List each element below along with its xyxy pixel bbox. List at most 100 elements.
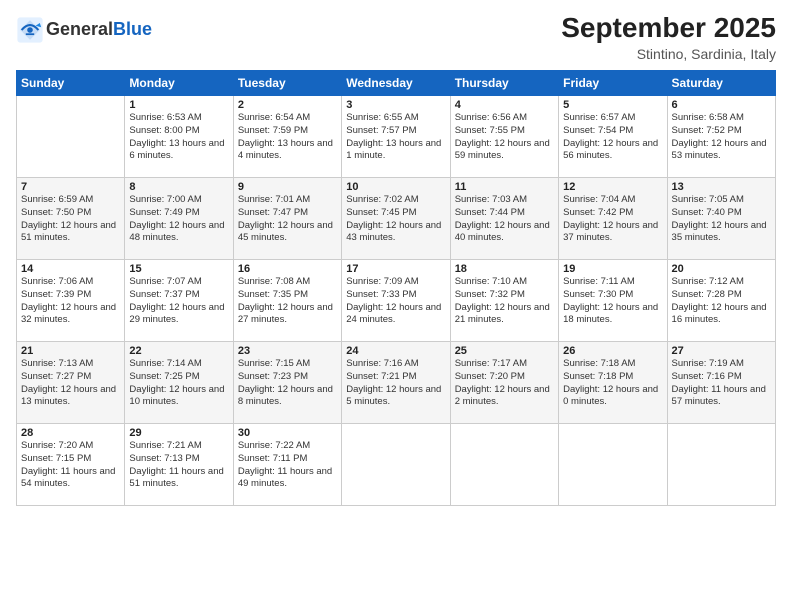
calendar-cell: 21Sunrise: 7:13 AMSunset: 7:27 PMDayligh… bbox=[17, 342, 125, 424]
cell-date: 3 bbox=[346, 99, 445, 111]
cell-date: 30 bbox=[238, 427, 337, 439]
calendar-cell: 29Sunrise: 7:21 AMSunset: 7:13 PMDayligh… bbox=[125, 424, 233, 506]
cell-date: 28 bbox=[21, 427, 120, 439]
calendar-cell: 30Sunrise: 7:22 AMSunset: 7:11 PMDayligh… bbox=[233, 424, 341, 506]
cell-date: 21 bbox=[21, 345, 120, 357]
calendar-cell: 4Sunrise: 6:56 AMSunset: 7:55 PMDaylight… bbox=[450, 96, 558, 178]
cell-info: Sunrise: 7:16 AMSunset: 7:21 PMDaylight:… bbox=[346, 358, 445, 409]
cell-date: 18 bbox=[455, 263, 554, 275]
cell-date: 20 bbox=[672, 263, 771, 275]
cell-info: Sunrise: 7:15 AMSunset: 7:23 PMDaylight:… bbox=[238, 358, 337, 409]
cell-date: 5 bbox=[563, 99, 662, 111]
cell-info: Sunrise: 7:05 AMSunset: 7:40 PMDaylight:… bbox=[672, 194, 771, 245]
cell-info: Sunrise: 7:11 AMSunset: 7:30 PMDaylight:… bbox=[563, 276, 662, 327]
calendar-cell: 26Sunrise: 7:18 AMSunset: 7:18 PMDayligh… bbox=[559, 342, 667, 424]
calendar-cell: 6Sunrise: 6:58 AMSunset: 7:52 PMDaylight… bbox=[667, 96, 775, 178]
cell-date: 29 bbox=[129, 427, 228, 439]
calendar-cell: 24Sunrise: 7:16 AMSunset: 7:21 PMDayligh… bbox=[342, 342, 450, 424]
cell-date: 26 bbox=[563, 345, 662, 357]
day-header-tuesday: Tuesday bbox=[233, 71, 341, 96]
logo-general: General bbox=[46, 19, 113, 39]
logo: GeneralBlue bbox=[16, 16, 152, 44]
cell-date: 10 bbox=[346, 181, 445, 193]
cell-info: Sunrise: 6:57 AMSunset: 7:54 PMDaylight:… bbox=[563, 112, 662, 163]
cell-info: Sunrise: 6:59 AMSunset: 7:50 PMDaylight:… bbox=[21, 194, 120, 245]
logo-text: GeneralBlue bbox=[46, 20, 152, 40]
calendar-header: SundayMondayTuesdayWednesdayThursdayFrid… bbox=[17, 71, 776, 96]
cell-info: Sunrise: 6:58 AMSunset: 7:52 PMDaylight:… bbox=[672, 112, 771, 163]
day-header-friday: Friday bbox=[559, 71, 667, 96]
week-row-1: 1Sunrise: 6:53 AMSunset: 8:00 PMDaylight… bbox=[17, 96, 776, 178]
calendar-body: 1Sunrise: 6:53 AMSunset: 8:00 PMDaylight… bbox=[17, 96, 776, 506]
cell-info: Sunrise: 6:55 AMSunset: 7:57 PMDaylight:… bbox=[346, 112, 445, 163]
logo-blue: Blue bbox=[113, 19, 152, 39]
logo-icon bbox=[16, 16, 44, 44]
cell-date: 14 bbox=[21, 263, 120, 275]
calendar-cell: 27Sunrise: 7:19 AMSunset: 7:16 PMDayligh… bbox=[667, 342, 775, 424]
cell-date: 23 bbox=[238, 345, 337, 357]
title-block: September 2025 Stintino, Sardinia, Italy bbox=[561, 12, 776, 62]
calendar-cell: 11Sunrise: 7:03 AMSunset: 7:44 PMDayligh… bbox=[450, 178, 558, 260]
cell-info: Sunrise: 6:53 AMSunset: 8:00 PMDaylight:… bbox=[129, 112, 228, 163]
calendar-cell bbox=[17, 96, 125, 178]
calendar-cell: 18Sunrise: 7:10 AMSunset: 7:32 PMDayligh… bbox=[450, 260, 558, 342]
cell-date: 2 bbox=[238, 99, 337, 111]
cell-info: Sunrise: 7:01 AMSunset: 7:47 PMDaylight:… bbox=[238, 194, 337, 245]
calendar-cell: 9Sunrise: 7:01 AMSunset: 7:47 PMDaylight… bbox=[233, 178, 341, 260]
days-row: SundayMondayTuesdayWednesdayThursdayFrid… bbox=[17, 71, 776, 96]
calendar-cell: 3Sunrise: 6:55 AMSunset: 7:57 PMDaylight… bbox=[342, 96, 450, 178]
cell-date: 7 bbox=[21, 181, 120, 193]
calendar-cell: 2Sunrise: 6:54 AMSunset: 7:59 PMDaylight… bbox=[233, 96, 341, 178]
day-header-thursday: Thursday bbox=[450, 71, 558, 96]
calendar-cell bbox=[559, 424, 667, 506]
calendar-cell: 8Sunrise: 7:00 AMSunset: 7:49 PMDaylight… bbox=[125, 178, 233, 260]
cell-date: 25 bbox=[455, 345, 554, 357]
cell-date: 9 bbox=[238, 181, 337, 193]
cell-info: Sunrise: 7:10 AMSunset: 7:32 PMDaylight:… bbox=[455, 276, 554, 327]
calendar-cell: 22Sunrise: 7:14 AMSunset: 7:25 PMDayligh… bbox=[125, 342, 233, 424]
cell-date: 1 bbox=[129, 99, 228, 111]
subtitle: Stintino, Sardinia, Italy bbox=[561, 46, 776, 62]
calendar-cell: 1Sunrise: 6:53 AMSunset: 8:00 PMDaylight… bbox=[125, 96, 233, 178]
day-header-monday: Monday bbox=[125, 71, 233, 96]
calendar-table: SundayMondayTuesdayWednesdayThursdayFrid… bbox=[16, 70, 776, 506]
cell-date: 13 bbox=[672, 181, 771, 193]
calendar-cell: 14Sunrise: 7:06 AMSunset: 7:39 PMDayligh… bbox=[17, 260, 125, 342]
week-row-4: 21Sunrise: 7:13 AMSunset: 7:27 PMDayligh… bbox=[17, 342, 776, 424]
cell-date: 22 bbox=[129, 345, 228, 357]
cell-date: 27 bbox=[672, 345, 771, 357]
main-title: September 2025 bbox=[561, 12, 776, 44]
cell-date: 12 bbox=[563, 181, 662, 193]
cell-date: 6 bbox=[672, 99, 771, 111]
cell-info: Sunrise: 7:07 AMSunset: 7:37 PMDaylight:… bbox=[129, 276, 228, 327]
calendar-cell: 12Sunrise: 7:04 AMSunset: 7:42 PMDayligh… bbox=[559, 178, 667, 260]
calendar-cell: 20Sunrise: 7:12 AMSunset: 7:28 PMDayligh… bbox=[667, 260, 775, 342]
cell-info: Sunrise: 7:21 AMSunset: 7:13 PMDaylight:… bbox=[129, 440, 228, 491]
calendar-cell: 10Sunrise: 7:02 AMSunset: 7:45 PMDayligh… bbox=[342, 178, 450, 260]
cell-info: Sunrise: 7:03 AMSunset: 7:44 PMDaylight:… bbox=[455, 194, 554, 245]
cell-info: Sunrise: 7:08 AMSunset: 7:35 PMDaylight:… bbox=[238, 276, 337, 327]
calendar-cell: 7Sunrise: 6:59 AMSunset: 7:50 PMDaylight… bbox=[17, 178, 125, 260]
day-header-sunday: Sunday bbox=[17, 71, 125, 96]
day-header-saturday: Saturday bbox=[667, 71, 775, 96]
cell-info: Sunrise: 7:12 AMSunset: 7:28 PMDaylight:… bbox=[672, 276, 771, 327]
calendar-cell: 16Sunrise: 7:08 AMSunset: 7:35 PMDayligh… bbox=[233, 260, 341, 342]
calendar-cell bbox=[342, 424, 450, 506]
cell-info: Sunrise: 7:02 AMSunset: 7:45 PMDaylight:… bbox=[346, 194, 445, 245]
calendar-cell bbox=[667, 424, 775, 506]
calendar-cell: 28Sunrise: 7:20 AMSunset: 7:15 PMDayligh… bbox=[17, 424, 125, 506]
cell-date: 17 bbox=[346, 263, 445, 275]
calendar-cell bbox=[450, 424, 558, 506]
cell-info: Sunrise: 7:13 AMSunset: 7:27 PMDaylight:… bbox=[21, 358, 120, 409]
cell-info: Sunrise: 7:17 AMSunset: 7:20 PMDaylight:… bbox=[455, 358, 554, 409]
cell-date: 19 bbox=[563, 263, 662, 275]
calendar-cell: 19Sunrise: 7:11 AMSunset: 7:30 PMDayligh… bbox=[559, 260, 667, 342]
calendar-cell: 25Sunrise: 7:17 AMSunset: 7:20 PMDayligh… bbox=[450, 342, 558, 424]
cell-info: Sunrise: 6:56 AMSunset: 7:55 PMDaylight:… bbox=[455, 112, 554, 163]
cell-info: Sunrise: 7:09 AMSunset: 7:33 PMDaylight:… bbox=[346, 276, 445, 327]
cell-date: 24 bbox=[346, 345, 445, 357]
header: GeneralBlue September 2025 Stintino, Sar… bbox=[16, 12, 776, 62]
calendar-cell: 5Sunrise: 6:57 AMSunset: 7:54 PMDaylight… bbox=[559, 96, 667, 178]
cell-info: Sunrise: 7:00 AMSunset: 7:49 PMDaylight:… bbox=[129, 194, 228, 245]
page: GeneralBlue September 2025 Stintino, Sar… bbox=[0, 0, 792, 612]
